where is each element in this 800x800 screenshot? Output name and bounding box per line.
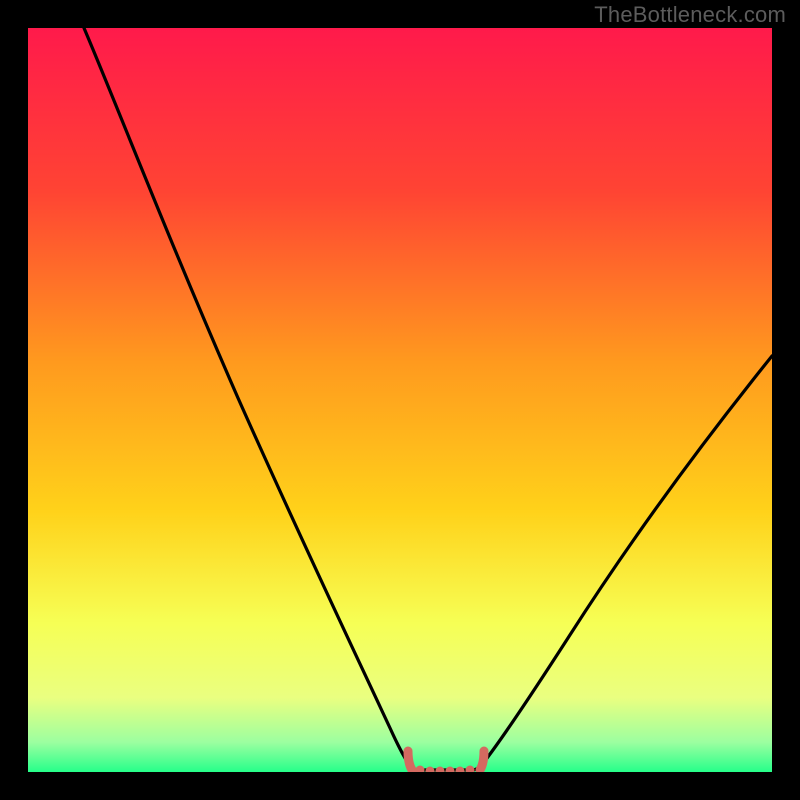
chart-svg xyxy=(28,28,772,772)
plot-area xyxy=(28,28,772,772)
gradient-background xyxy=(28,28,772,772)
watermark-text: TheBottleneck.com xyxy=(594,2,786,28)
chart-frame: TheBottleneck.com xyxy=(0,0,800,800)
